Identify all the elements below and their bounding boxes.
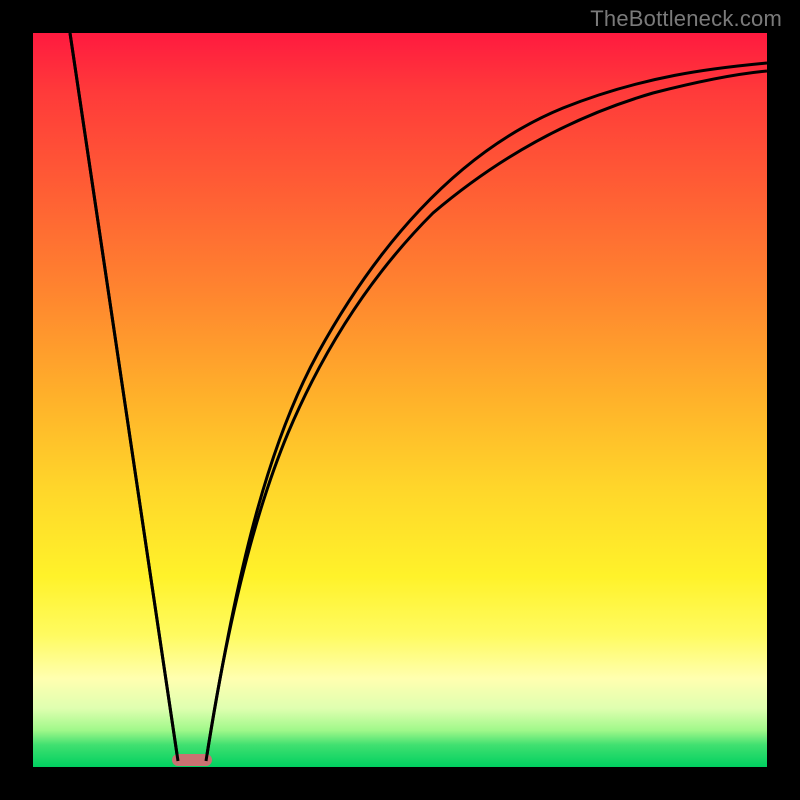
chart-frame: TheBottleneck.com — [0, 0, 800, 800]
curve-right — [206, 71, 767, 761]
watermark-text: TheBottleneck.com — [590, 6, 782, 32]
plot-area — [33, 33, 767, 767]
bottleneck-curve-refined — [33, 33, 767, 767]
curve-left — [70, 33, 178, 761]
